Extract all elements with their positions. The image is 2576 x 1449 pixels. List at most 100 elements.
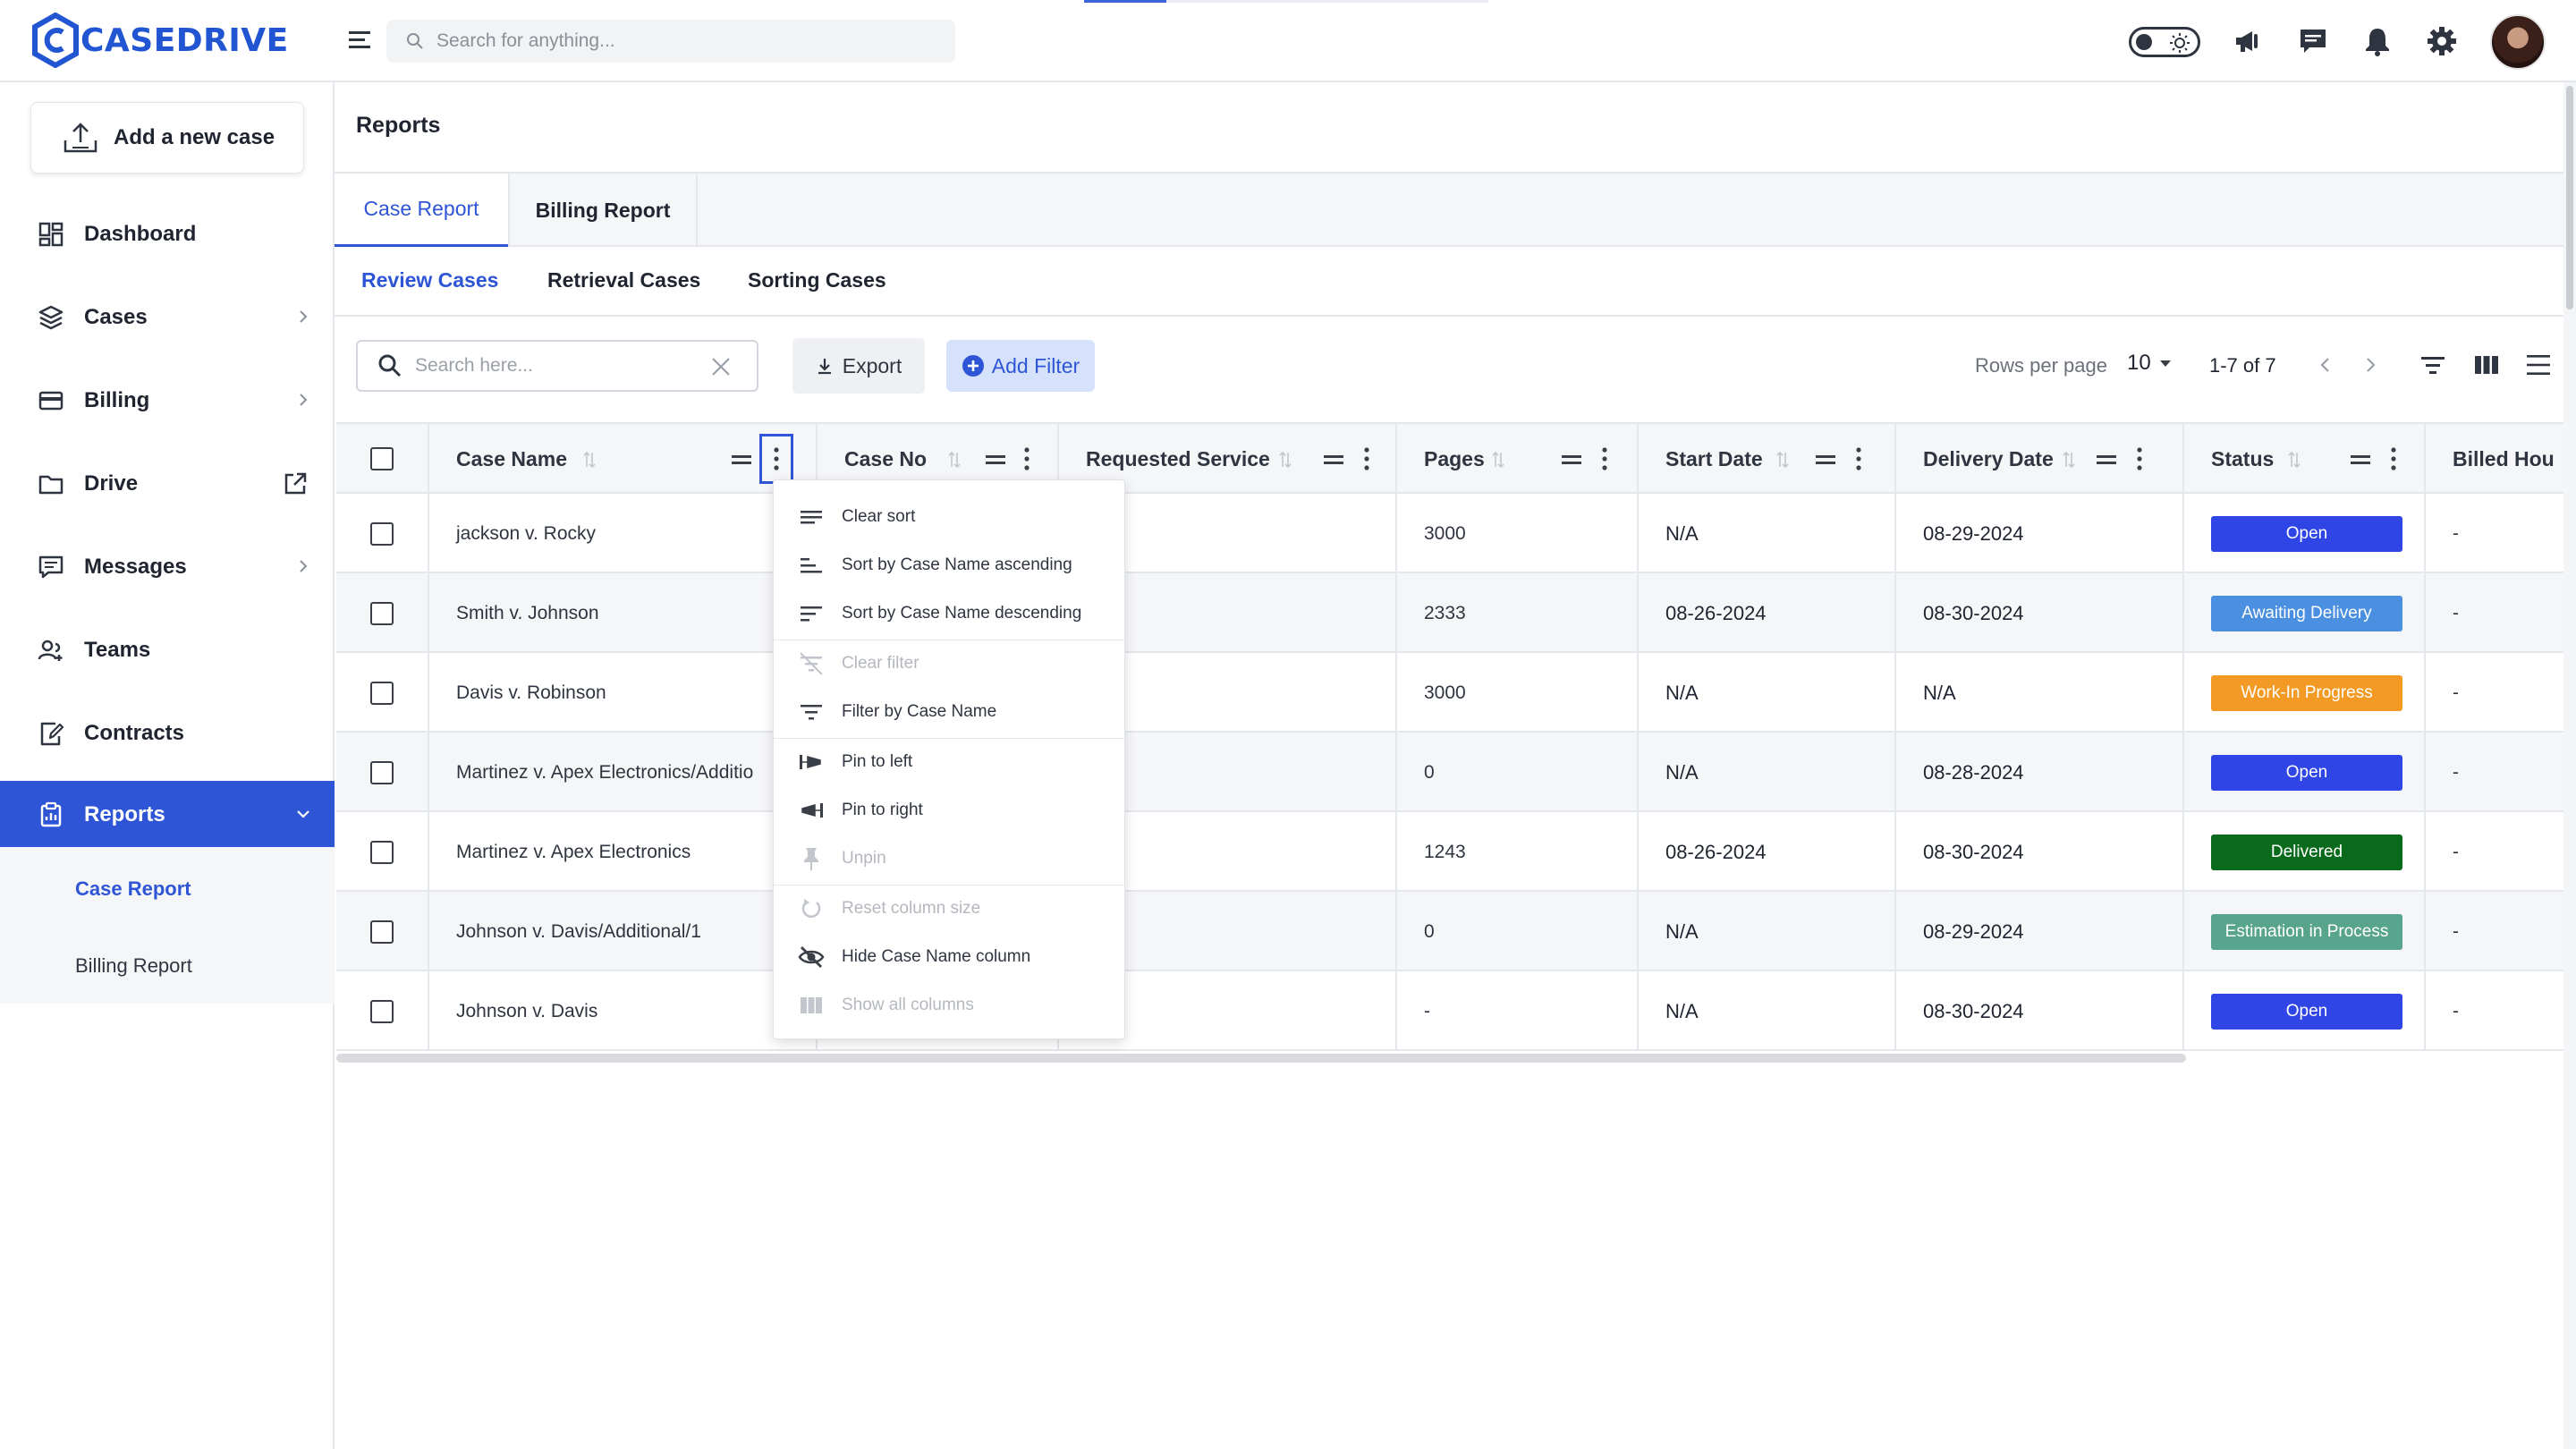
cell-status: Awaiting Delivery [2184, 573, 2426, 653]
global-search-input[interactable] [436, 30, 937, 52]
subtab-sorting-cases[interactable]: Sorting Cases [748, 268, 886, 292]
column-menu-icon[interactable] [1361, 445, 1372, 472]
table-row[interactable]: jackson v. Rocky 3000 N/A 08-29-2024 Ope… [336, 494, 2565, 573]
subtab-retrieval-cases[interactable]: Retrieval Cases [547, 268, 700, 292]
menu-item-pin-left[interactable]: Pin to left [774, 738, 1124, 786]
row-checkbox[interactable] [370, 521, 394, 546]
sort-arrows-icon[interactable] [1490, 451, 1506, 469]
row-select [336, 494, 429, 573]
brand-name: CASEDRIVE [80, 21, 289, 59]
sort-arrows-icon[interactable] [1775, 451, 1791, 469]
drag-handle-icon[interactable] [730, 451, 753, 469]
drag-handle-icon[interactable] [1814, 451, 1837, 469]
page-scrollbar[interactable] [2563, 82, 2576, 1449]
page-scrollbar-thumb[interactable] [2566, 86, 2573, 309]
export-button[interactable]: Export [792, 338, 925, 394]
drag-handle-icon[interactable] [1560, 451, 1583, 469]
sort-arrows-icon[interactable] [581, 451, 597, 469]
chat-icon[interactable] [2297, 25, 2329, 57]
column-header-delivery-date[interactable]: Delivery Date [1896, 424, 2184, 494]
table-row[interactable]: Martinez v. Apex Electronics/Additio 0 N… [336, 733, 2565, 812]
density-icon[interactable] [2524, 351, 2553, 379]
filter-list-icon[interactable] [2419, 351, 2447, 379]
sidebar-item-contracts[interactable]: Contracts [0, 699, 335, 767]
sidebar-item-messages[interactable]: Messages [0, 533, 335, 601]
row-checkbox[interactable] [370, 919, 394, 944]
close-icon[interactable] [710, 356, 732, 377]
menu-item-hide-column[interactable]: Hide Case Name column [774, 933, 1124, 981]
columns-icon[interactable] [2472, 351, 2501, 379]
tab-case-report[interactable]: Case Report [335, 174, 508, 247]
column-header-status[interactable]: Status [2184, 424, 2426, 494]
download-icon [818, 359, 831, 375]
external-link-icon[interactable] [283, 471, 308, 496]
sidebar-item-label: Messages [84, 555, 187, 579]
menu-item-clear-sort[interactable]: Clear sort [774, 493, 1124, 541]
drag-handle-icon[interactable] [2349, 451, 2372, 469]
eye-off-icon [798, 946, 825, 968]
column-menu-icon[interactable] [2134, 445, 2145, 472]
cell-billed-hours: - [2453, 682, 2459, 703]
sidebar-item-dashboard[interactable]: Dashboard [0, 200, 335, 268]
horizontal-scrollbar[interactable] [336, 1054, 2186, 1063]
column-header-case-name[interactable]: Case Name [429, 424, 818, 494]
menu-item-filter-by-case-name[interactable]: Filter by Case Name [774, 688, 1124, 736]
sort-arrows-icon[interactable] [1277, 451, 1293, 469]
row-select [336, 812, 429, 892]
next-page-icon[interactable] [2360, 354, 2381, 376]
menu-icon[interactable] [347, 27, 372, 52]
table-row[interactable]: Johnson v. Davis/Additional/1 0 N/A 08-2… [336, 892, 2565, 971]
drag-handle-icon[interactable] [2095, 451, 2118, 469]
submenu-billing-report[interactable]: Billing Report [75, 954, 192, 978]
row-checkbox[interactable] [370, 999, 394, 1023]
sidebar-item-reports[interactable]: Reports [0, 781, 335, 849]
column-menu-icon[interactable] [759, 434, 793, 484]
column-header-pages[interactable]: Pages [1397, 424, 1639, 494]
sort-arrows-icon[interactable] [946, 451, 962, 469]
drag-handle-icon[interactable] [1322, 451, 1345, 469]
menu-item-pin-right[interactable]: Pin to right [774, 786, 1124, 835]
table-row[interactable]: Davis v. Robinson 3000 N/A N/A Work-In P… [336, 653, 2565, 733]
theme-toggle[interactable] [2129, 27, 2200, 57]
row-checkbox[interactable] [370, 681, 394, 705]
table-search-input[interactable] [415, 355, 701, 377]
column-menu-icon[interactable] [1853, 445, 1864, 472]
row-checkbox[interactable] [370, 601, 394, 625]
add-filter-button[interactable]: Add Filter [946, 340, 1095, 392]
menu-item-sort-descending[interactable]: Sort by Case Name descending [774, 589, 1124, 638]
column-menu-icon[interactable] [1599, 445, 1610, 472]
user-avatar[interactable] [2490, 14, 2546, 70]
sidebar-item-cases[interactable]: Cases [0, 284, 335, 352]
casedrive-logo[interactable]: CASEDRIVE [32, 13, 289, 68]
menu-item-sort-ascending[interactable]: Sort by Case Name ascending [774, 541, 1124, 589]
chevron-down-icon [297, 810, 309, 818]
submenu-case-report[interactable]: Case Report [75, 877, 191, 901]
bell-icon[interactable] [2361, 25, 2394, 57]
sort-arrows-icon[interactable] [2061, 451, 2077, 469]
column-header-start-date[interactable]: Start Date [1639, 424, 1896, 494]
table-row[interactable]: Johnson v. Davis - N/A 08-30-2024 Open - [336, 971, 2565, 1051]
sidebar-item-teams[interactable]: Teams [0, 616, 335, 684]
column-header-billed-hours[interactable]: Billed Hou [2426, 424, 2565, 494]
sidebar-item-drive[interactable]: Drive [0, 450, 335, 518]
subtab-review-cases[interactable]: Review Cases [361, 268, 498, 292]
column-menu-icon[interactable] [2388, 445, 2399, 472]
tab-billing-report[interactable]: Billing Report [508, 174, 698, 247]
sidebar-item-billing[interactable]: Billing [0, 367, 335, 435]
table-row[interactable]: Martinez v. Apex Electronics 1243 08-26-… [336, 812, 2565, 892]
megaphone-icon[interactable] [2233, 25, 2265, 57]
gear-icon[interactable] [2426, 25, 2458, 57]
add-new-case-button[interactable]: Add a new case [30, 102, 304, 174]
cell-status: Work-In Progress [2184, 653, 2426, 733]
sort-arrows-icon[interactable] [2286, 451, 2302, 469]
column-menu-icon[interactable] [1021, 445, 1032, 472]
row-checkbox[interactable] [370, 840, 394, 864]
status-badge: Work-In Progress [2211, 674, 2402, 711]
row-checkbox[interactable] [370, 760, 394, 784]
drag-handle-icon[interactable] [984, 451, 1007, 469]
select-all-checkbox[interactable] [370, 447, 394, 470]
rows-per-page-select[interactable]: 10 [2127, 351, 2173, 376]
prev-page-icon[interactable] [2315, 354, 2336, 376]
table-row[interactable]: Smith v. Johnson 2333 08-26-2024 08-30-2… [336, 573, 2565, 653]
menu-item-label: Hide Case Name column [842, 947, 1031, 966]
